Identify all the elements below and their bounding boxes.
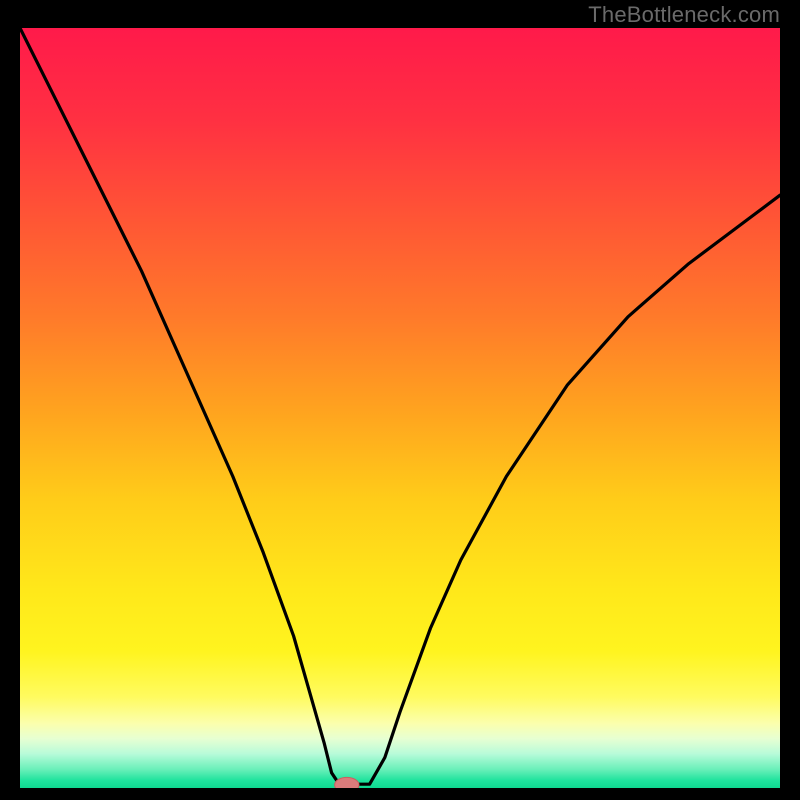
plot-area: [20, 28, 780, 788]
attribution-text: TheBottleneck.com: [588, 2, 780, 28]
gradient-bg: [20, 28, 780, 788]
chart-svg: [20, 28, 780, 788]
optimum-marker: [335, 777, 359, 788]
